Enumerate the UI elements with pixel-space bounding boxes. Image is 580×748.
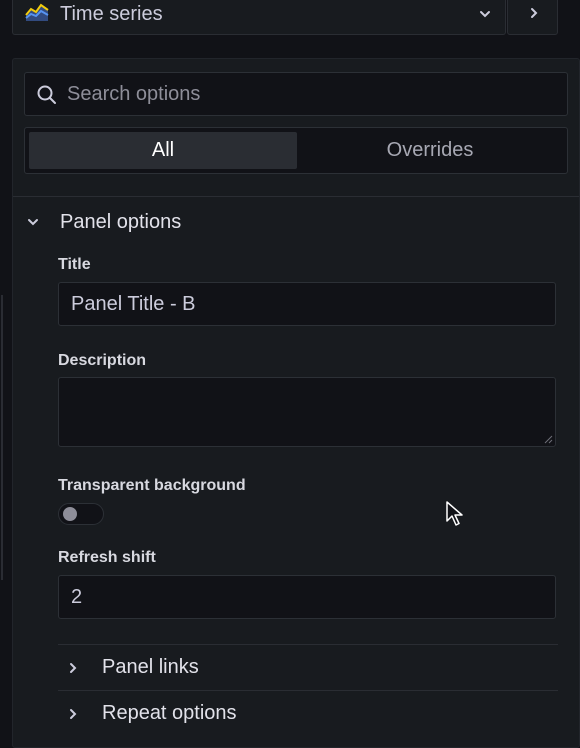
transparent-toggle[interactable] (58, 503, 104, 525)
options-tabs: All Overrides (24, 127, 568, 174)
visualization-picker[interactable]: Time series (12, 0, 506, 35)
visualization-label: Time series (60, 3, 163, 25)
repeat-options-section[interactable]: Repeat options (58, 690, 558, 736)
scrollbar[interactable] (1, 295, 3, 580)
resize-handle-icon[interactable] (543, 434, 553, 444)
refresh-shift-input[interactable] (58, 575, 556, 619)
tab-all[interactable]: All (29, 132, 297, 169)
search-icon (37, 85, 56, 104)
section-title: Repeat options (102, 702, 237, 724)
time-series-icon (24, 1, 50, 21)
search-input[interactable] (65, 73, 555, 115)
title-label: Title (58, 256, 91, 273)
toggle-knob (63, 507, 77, 521)
panel-options-header[interactable]: Panel options (24, 206, 181, 238)
panel-links-section[interactable]: Panel links (58, 644, 558, 690)
description-label: Description (58, 352, 147, 369)
tab-overrides[interactable]: Overrides (297, 132, 563, 169)
chevron-right-icon (531, 8, 538, 18)
section-title: Panel links (102, 656, 199, 678)
search-options[interactable] (24, 72, 568, 116)
chevron-right-icon (70, 662, 77, 673)
transparent-label: Transparent background (58, 477, 246, 494)
refresh-shift-label: Refresh shift (58, 549, 156, 566)
divider (13, 196, 579, 197)
chevron-down-icon (28, 219, 38, 226)
section-title: Panel options (60, 210, 182, 233)
chevron-right-icon (70, 708, 77, 719)
chevron-down-icon[interactable] (475, 4, 495, 24)
collapse-options-button[interactable] (507, 0, 558, 35)
description-input[interactable] (58, 377, 556, 447)
title-input[interactable] (58, 282, 556, 326)
mouse-cursor-icon (446, 501, 463, 526)
